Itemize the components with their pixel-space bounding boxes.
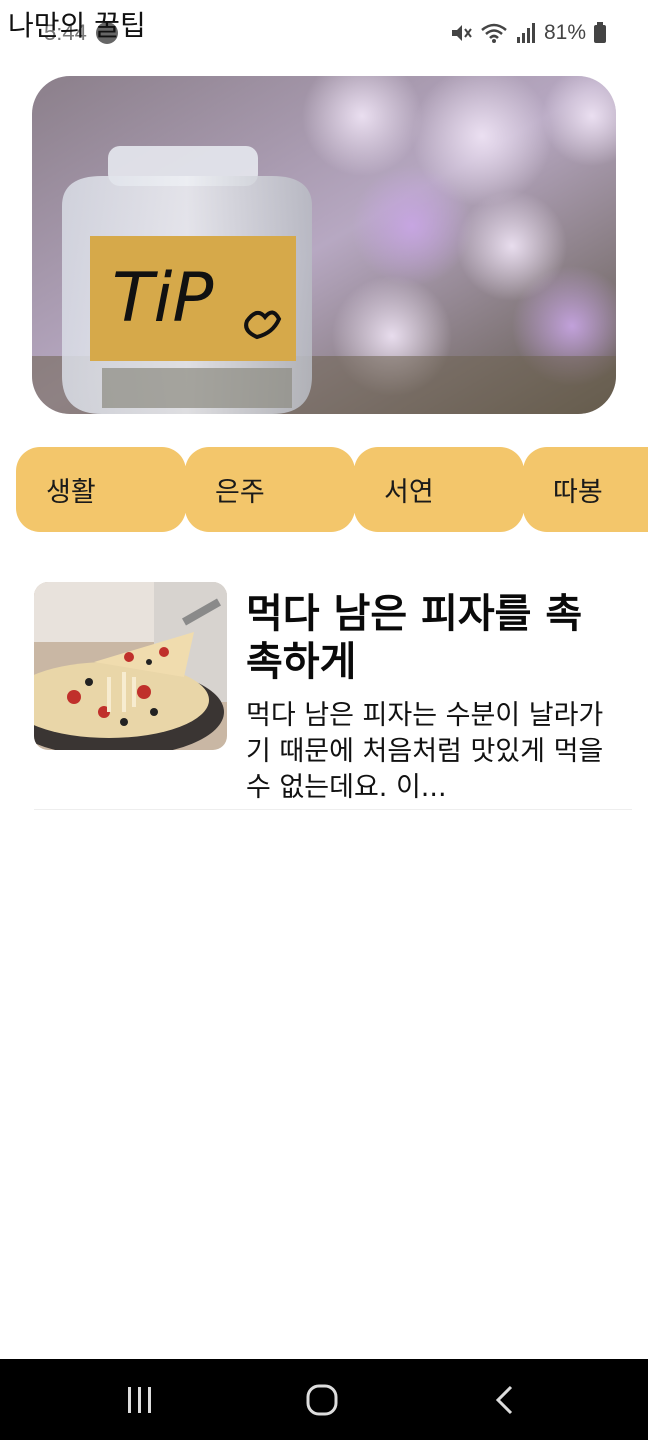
category-chip[interactable]: 따봉 xyxy=(523,447,648,532)
category-chip-label: 생활 xyxy=(46,477,96,508)
tip-thumbnail xyxy=(34,582,227,750)
app-title: 나만의 꿀팁 xyxy=(8,9,146,42)
category-chip-label: 따봉 xyxy=(553,477,603,508)
battery-percentage: 81% xyxy=(543,21,586,44)
tip-list-item[interactable]: 먹다 남은 피자를 촉촉하게 먹다 남은 피자는 수분이 날라가기 때문에 처음… xyxy=(34,582,632,810)
svg-text:TiP: TiP xyxy=(112,259,213,338)
category-chip[interactable]: 생활 xyxy=(16,447,186,532)
home-button[interactable] xyxy=(298,1381,346,1419)
category-chip-label: 서연 xyxy=(384,477,434,508)
signal-icon xyxy=(516,23,535,43)
system-nav-bar xyxy=(0,1359,648,1440)
recents-button[interactable] xyxy=(116,1381,164,1419)
status-bar: 5:44 나만의 꿀팁 81% xyxy=(0,0,648,64)
back-icon xyxy=(495,1385,513,1415)
wifi-icon xyxy=(481,23,507,43)
category-chip[interactable]: 서연 xyxy=(354,447,524,532)
tip-body: 먹다 남은 피자는 수분이 날라가기 때문에 처음처럼 맛있게 먹을 수 없는데… xyxy=(246,700,604,803)
category-chip[interactable]: 은주 xyxy=(185,447,355,532)
tip-jar-image: TiP xyxy=(32,76,616,414)
back-button[interactable] xyxy=(480,1381,528,1419)
mute-icon xyxy=(451,25,472,41)
pizza-image xyxy=(34,582,227,750)
tip-title: 먹다 남은 피자를 촉촉하게 xyxy=(246,591,583,685)
battery-icon xyxy=(594,22,606,43)
category-chip-label: 은주 xyxy=(215,477,265,508)
home-icon xyxy=(306,1384,338,1416)
status-icons: 81% xyxy=(450,20,606,46)
category-chip-list: 생활 은주 서연 따봉 xyxy=(16,447,648,533)
hero-banner: TiP xyxy=(32,76,616,414)
app-screen: 5:44 나만의 꿀팁 81% TiP 생활 은주 서연 따봉 먹다 남은 피자… xyxy=(0,0,648,1440)
recents-icon xyxy=(128,1387,151,1413)
